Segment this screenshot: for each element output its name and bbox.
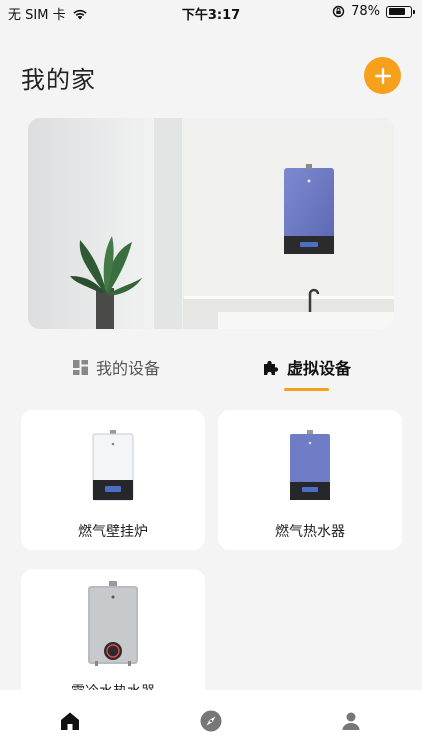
compass-icon <box>200 710 222 732</box>
puzzle-icon <box>264 360 279 375</box>
device-card-gas-water-heater[interactable]: 燃气热水器 <box>218 410 402 550</box>
bathroom-illustration <box>28 118 394 329</box>
page-title: 我的家 <box>21 66 96 94</box>
device-name: 燃气热水器 <box>275 524 345 540</box>
active-tab-indicator <box>284 388 329 391</box>
orientation-lock-icon <box>332 5 345 18</box>
status-bar: 无 SIM 卡 下午3:17 78% <box>0 0 422 24</box>
nav-profile[interactable] <box>338 708 364 734</box>
wall-boiler-image <box>92 430 134 501</box>
tab-virtual-devices[interactable]: 虚拟设备 <box>262 354 351 380</box>
wall-heater-image <box>284 164 334 254</box>
tab-my-devices-label: 我的设备 <box>96 359 161 378</box>
nav-discover[interactable] <box>198 708 224 734</box>
tab-my-devices[interactable]: 我的设备 <box>73 354 160 380</box>
tab-virtual-devices-label: 虚拟设备 <box>287 359 352 378</box>
plus-icon <box>374 67 391 84</box>
zero-cold-water-heater-image <box>88 581 138 666</box>
home-icon <box>61 712 79 730</box>
gas-water-heater-image <box>290 430 330 500</box>
home-banner-image <box>28 118 394 329</box>
battery-icon <box>386 5 415 18</box>
device-card-zero-cold-water-heater[interactable]: 零冷水热水器 <box>21 569 205 709</box>
device-card-wall-boiler[interactable]: 燃气壁挂炉 <box>21 410 205 550</box>
add-device-button[interactable] <box>364 57 401 94</box>
battery-level <box>388 8 405 15</box>
status-right: 78% <box>332 4 415 19</box>
battery-percent: 78% <box>351 4 380 19</box>
nav-home[interactable] <box>57 708 83 734</box>
user-icon <box>342 712 360 730</box>
dashboard-icon <box>73 359 88 375</box>
bottom-nav <box>0 690 422 750</box>
device-name: 燃气壁挂炉 <box>78 524 148 540</box>
